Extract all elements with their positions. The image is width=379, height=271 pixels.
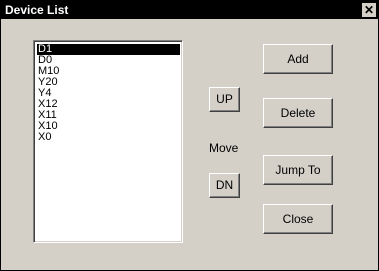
device-list-dialog: Device List ✕ D1 D0 M10 Y20 Y4 X12 X11 X… [0, 0, 379, 271]
close-label: Close [282, 212, 314, 226]
title-bar[interactable]: Device List ✕ [1, 1, 378, 19]
list-item[interactable]: M10 [37, 66, 180, 77]
move-label: Move [209, 141, 239, 155]
close-icon[interactable]: ✕ [362, 3, 376, 17]
jump-to-label: Jump To [275, 163, 321, 177]
move-up-label: UP [216, 92, 233, 106]
move-down-label: DN [215, 178, 234, 192]
device-listbox[interactable]: D1 D0 M10 Y20 Y4 X12 X11 X10 X0 [33, 40, 183, 243]
delete-label: Delete [280, 106, 316, 120]
add-label: Add [287, 52, 309, 66]
list-item[interactable]: Y20 [37, 77, 180, 88]
move-up-button[interactable]: UP [209, 87, 240, 112]
dialog-title: Device List [5, 3, 69, 17]
add-button[interactable]: Add [263, 44, 333, 74]
list-item[interactable]: D1 [37, 44, 180, 55]
delete-button[interactable]: Delete [263, 98, 333, 128]
jump-to-button[interactable]: Jump To [263, 155, 333, 185]
list-item[interactable]: X10 [37, 121, 180, 132]
close-button[interactable]: Close [263, 204, 333, 234]
list-item[interactable]: X12 [37, 99, 180, 110]
list-item[interactable]: X0 [37, 132, 180, 143]
list-item[interactable]: Y4 [37, 88, 180, 99]
move-down-button[interactable]: DN [209, 173, 240, 198]
list-item[interactable]: X11 [37, 110, 180, 121]
